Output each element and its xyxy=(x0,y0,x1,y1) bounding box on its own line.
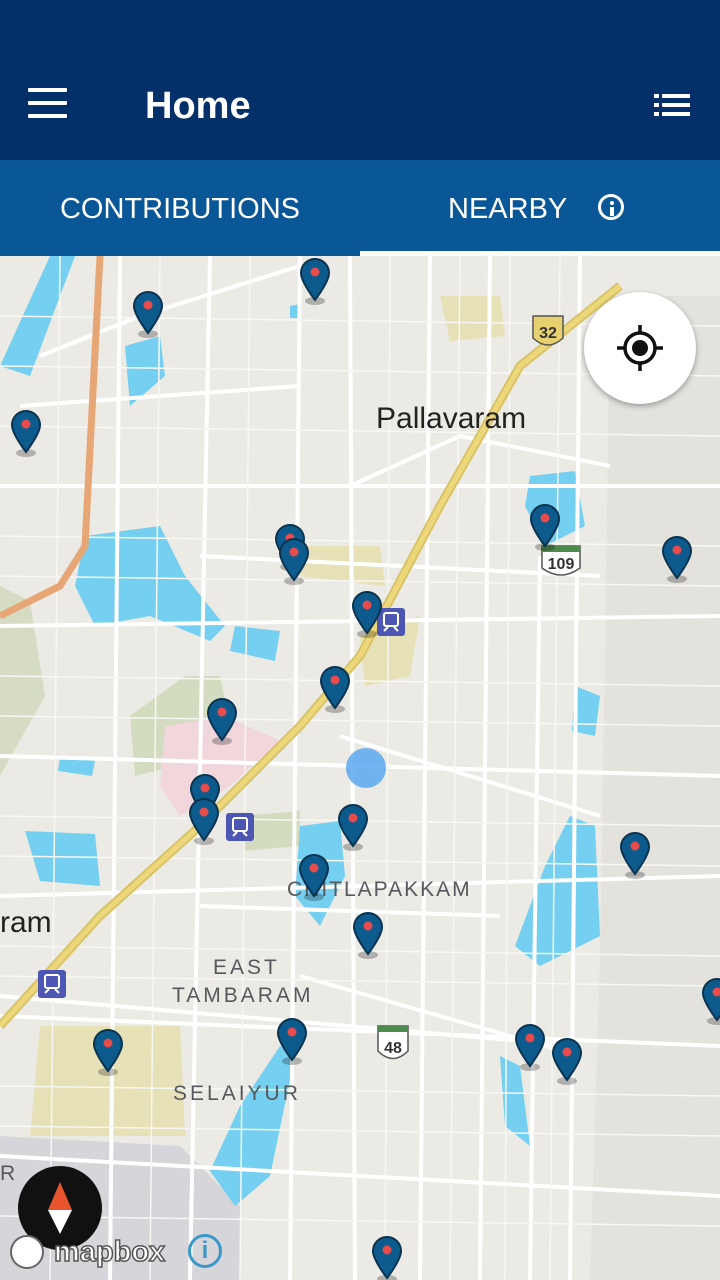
mapbox-logo: mapbox xyxy=(10,1233,180,1273)
map-pin-icon xyxy=(619,832,651,879)
map-marker-pin[interactable] xyxy=(370,1234,404,1280)
map-label-tambaram: TAMBARAM xyxy=(172,984,314,1007)
map-label-east: EAST xyxy=(213,956,280,979)
map-marker-pin[interactable] xyxy=(131,289,165,339)
route-shield-32-label: 32 xyxy=(539,325,557,342)
hamburger-menu-icon[interactable] xyxy=(28,88,68,118)
map-pin-icon xyxy=(701,978,720,1025)
map-pin-icon xyxy=(299,258,331,305)
train-station-icon xyxy=(226,813,254,841)
map-pin-icon xyxy=(298,854,330,901)
user-location-dot xyxy=(346,748,386,788)
map-label-pallavaram: Pallavaram xyxy=(376,402,527,435)
map-marker-pin[interactable] xyxy=(277,536,311,586)
map-marker-pin[interactable] xyxy=(550,1036,584,1086)
map-marker-pin[interactable] xyxy=(297,852,331,902)
map-pin-icon xyxy=(351,591,383,638)
map-marker-pin[interactable] xyxy=(9,408,43,458)
map-marker-pin[interactable] xyxy=(513,1022,547,1072)
map-marker-pin[interactable] xyxy=(91,1027,125,1077)
route-shield-48-label: 48 xyxy=(384,1040,402,1057)
app-bar: Home xyxy=(0,0,720,160)
map-marker-pin[interactable] xyxy=(298,256,332,306)
map-label-r: R xyxy=(0,1162,16,1185)
list-view-icon[interactable] xyxy=(654,94,690,116)
map-marker-pin[interactable] xyxy=(205,696,239,746)
route-shield: 48 xyxy=(377,1025,409,1060)
map-marker-pin[interactable] xyxy=(351,910,385,960)
info-icon[interactable] xyxy=(598,194,624,220)
mapbox-wordmark: mapbox xyxy=(53,1235,166,1269)
map-pin-icon xyxy=(661,536,693,583)
tab-nearby[interactable]: NEARBY xyxy=(360,160,720,256)
map-marker-pin[interactable] xyxy=(350,589,384,639)
map-pin-icon xyxy=(132,291,164,338)
map-marker-pin[interactable] xyxy=(318,664,352,714)
my-location-button[interactable] xyxy=(584,292,696,404)
map-canvas: 32 109 48 xyxy=(0,256,720,1280)
map-marker-pin[interactable] xyxy=(528,502,562,552)
map-pin-icon xyxy=(352,912,384,959)
map-pin-icon xyxy=(529,504,561,551)
mapbox-mark-icon xyxy=(10,1235,44,1269)
tab-nearby-label: NEARBY xyxy=(448,193,568,225)
map-label-ram: ram xyxy=(0,906,52,939)
map-pin-icon xyxy=(92,1029,124,1076)
map-marker-pin[interactable] xyxy=(700,976,720,1026)
map-pin-icon xyxy=(319,666,351,713)
route-shield-109-label: 109 xyxy=(548,556,575,573)
tab-bar: CONTRIBUTIONS NEARBY xyxy=(0,160,720,256)
map-pin-icon xyxy=(10,410,42,457)
map-marker-pin[interactable] xyxy=(618,830,652,880)
map-view[interactable]: 32 109 48 Pallavaram ram CHITLAPAKKAM EA… xyxy=(0,256,720,1280)
map-pin-icon xyxy=(514,1024,546,1071)
map-pin-icon xyxy=(206,698,238,745)
attribution-info-button[interactable]: i xyxy=(188,1234,222,1268)
map-marker-pin[interactable] xyxy=(275,1016,309,1066)
train-station-icon xyxy=(38,970,66,998)
map-label-selaiyur: SELAIYUR xyxy=(173,1082,301,1105)
map-pin-icon xyxy=(188,798,220,845)
page-title: Home xyxy=(145,85,251,127)
map-pin-icon xyxy=(276,1018,308,1065)
my-location-icon xyxy=(617,325,663,371)
route-shield: 32 xyxy=(532,315,564,346)
map-marker-pin[interactable] xyxy=(187,796,221,846)
map-pin-icon xyxy=(278,538,310,585)
tab-contributions[interactable]: CONTRIBUTIONS xyxy=(0,160,360,256)
map-marker-pin[interactable] xyxy=(336,802,370,852)
map-marker-pin[interactable] xyxy=(660,534,694,584)
map-pin-icon xyxy=(551,1038,583,1085)
map-pin-icon xyxy=(371,1236,403,1280)
map-pin-icon xyxy=(337,804,369,851)
